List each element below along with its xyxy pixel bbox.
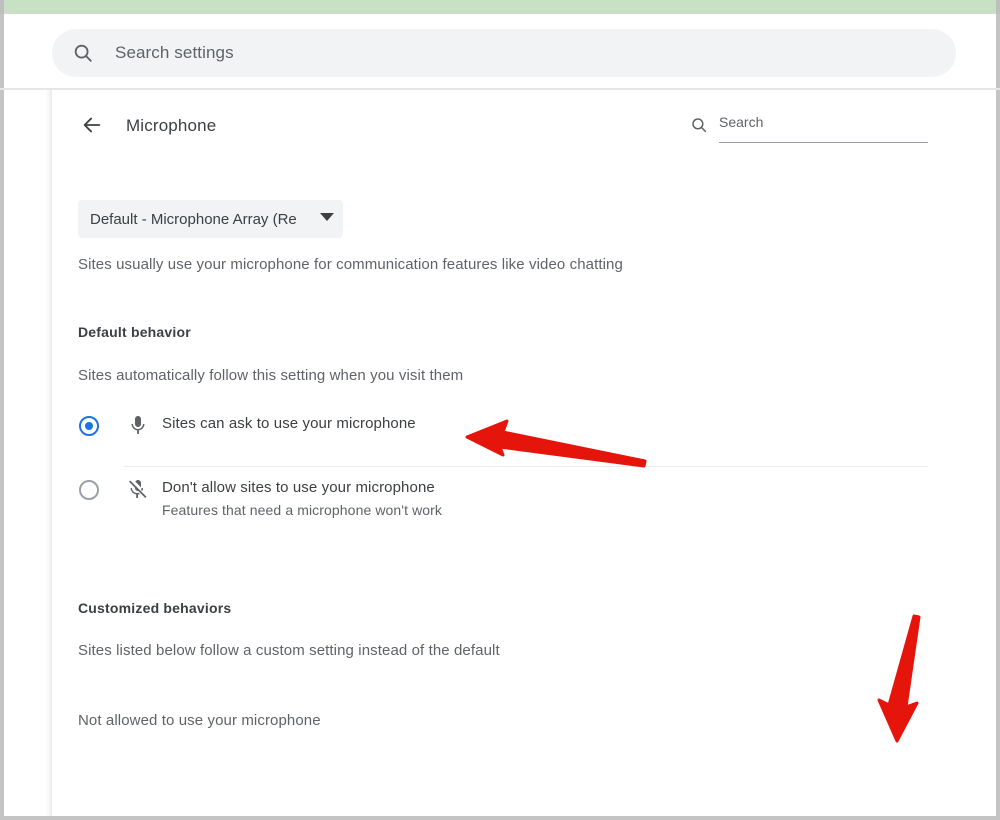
microphone-device-select[interactable]: Default - Microphone Array (Re (78, 200, 343, 238)
page-gutter-right (952, 90, 996, 816)
page-title: Microphone (126, 116, 217, 135)
microphone-settings-card: Microphone Search Default - Microphone A… (52, 90, 952, 816)
settings-search-input[interactable]: Search settings (52, 29, 956, 77)
search-icon (72, 42, 94, 64)
customized-behaviors-title: Customized behaviors (78, 600, 232, 616)
arrow-left-icon (83, 117, 101, 133)
radio-dont-allow[interactable] (79, 480, 99, 500)
microphone-muted-icon (126, 477, 150, 501)
top-color-band (0, 0, 1000, 14)
microphone-device-value: Default - Microphone Array (Re (90, 210, 297, 228)
microphone-description: Sites usually use your microphone for co… (78, 256, 623, 273)
browser-window: Search settings Microphone Search Defaul… (0, 0, 1000, 820)
option-sublabel: Features that need a microphone won't wo… (162, 502, 443, 518)
settings-toolbar: Search settings (0, 14, 1000, 89)
not-allowed-label: Not allowed to use your microphone (78, 712, 321, 729)
default-behavior-description: Sites automatically follow this setting … (78, 367, 464, 384)
window-edge-left (0, 0, 4, 14)
settings-search-placeholder: Search settings (115, 43, 234, 62)
customized-behaviors-description: Sites listed below follow a custom setti… (78, 642, 500, 659)
radio-sites-can-ask[interactable] (79, 416, 99, 436)
option-label: Sites can ask to use your microphone (162, 415, 416, 432)
search-icon (690, 116, 708, 134)
option-label: Don't allow sites to use your microphone (162, 479, 435, 496)
back-button[interactable] (76, 109, 108, 141)
microphone-icon (126, 413, 150, 437)
window-edge-right (996, 0, 1000, 14)
chevron-down-icon (320, 213, 334, 221)
page-search-placeholder: Search (719, 114, 764, 130)
option-sites-can-ask[interactable]: Sites can ask to use your microphone (52, 412, 952, 456)
page-search-field[interactable]: Search (719, 114, 928, 143)
option-dont-allow[interactable]: Don't allow sites to use your microphone… (52, 476, 952, 536)
options-divider (124, 466, 928, 467)
card-header: Microphone Search (52, 90, 952, 160)
page-search[interactable]: Search (690, 114, 928, 144)
default-behavior-title: Default behavior (78, 324, 191, 340)
